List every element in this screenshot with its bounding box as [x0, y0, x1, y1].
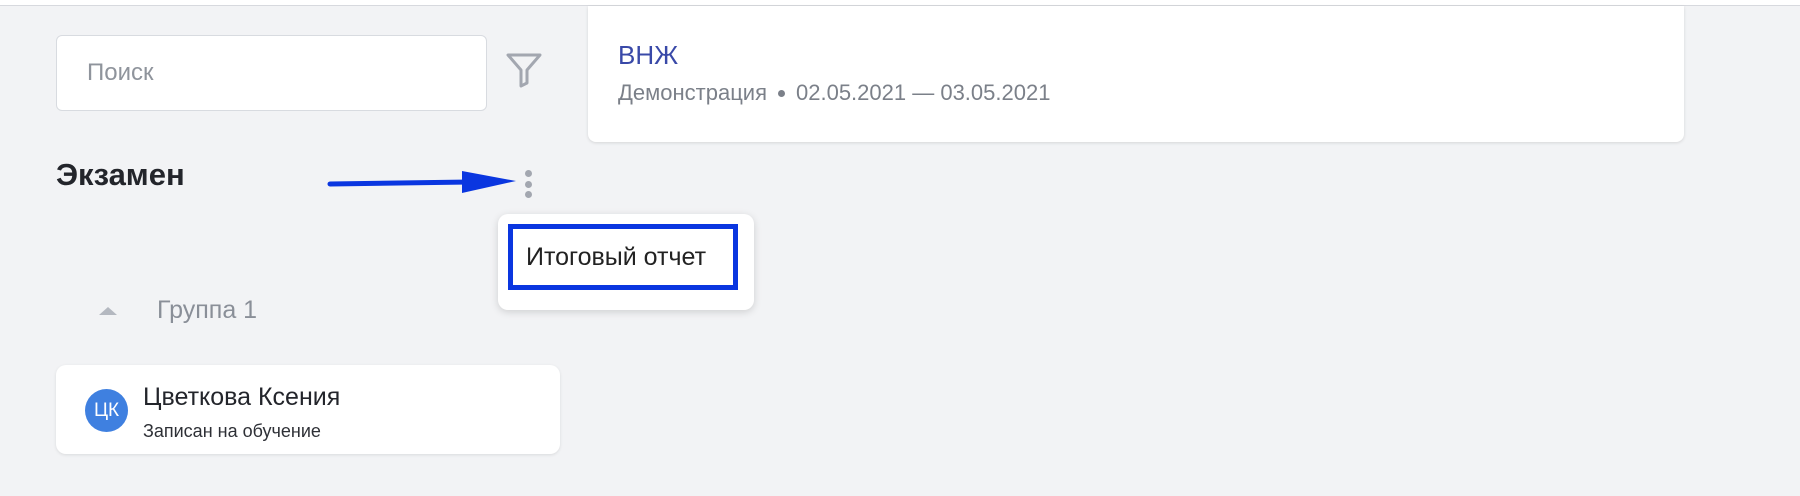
student-status: Записан на обучение — [143, 421, 321, 441]
course-dates: 02.05.2021 — 03.05.2021 — [796, 80, 1051, 105]
course-type: Демонстрация — [618, 80, 767, 105]
more-vertical-icon — [524, 170, 532, 177]
avatar: ЦК — [85, 389, 128, 432]
section-title: Экзамен — [56, 157, 185, 192]
course-title-link[interactable]: ВНЖ — [618, 40, 1654, 70]
student-card[interactable]: ЦК Цветкова Ксения Записан на обучение — [56, 365, 560, 454]
menu-item-final-report[interactable]: Итоговый отчет — [508, 224, 738, 290]
annotation-arrow-icon — [327, 171, 516, 193]
filter-icon — [506, 53, 542, 88]
group-label: Группа 1 — [157, 296, 258, 324]
filter-button[interactable] — [500, 45, 548, 93]
search-input[interactable] — [85, 58, 469, 88]
course-meta: Демонстрация 02.05.2021 — 03.05.2021 — [618, 80, 1654, 106]
search-field[interactable] — [56, 35, 487, 111]
course-card[interactable]: ВНЖ Демонстрация 02.05.2021 — 03.05.2021 — [588, 6, 1684, 142]
student-name: Цветкова Ксения — [143, 383, 341, 411]
separator-dot — [778, 89, 785, 97]
more-options-button[interactable] — [516, 166, 540, 202]
caret-up-icon[interactable] — [96, 303, 120, 319]
context-menu: Итоговый отчет — [498, 214, 754, 310]
